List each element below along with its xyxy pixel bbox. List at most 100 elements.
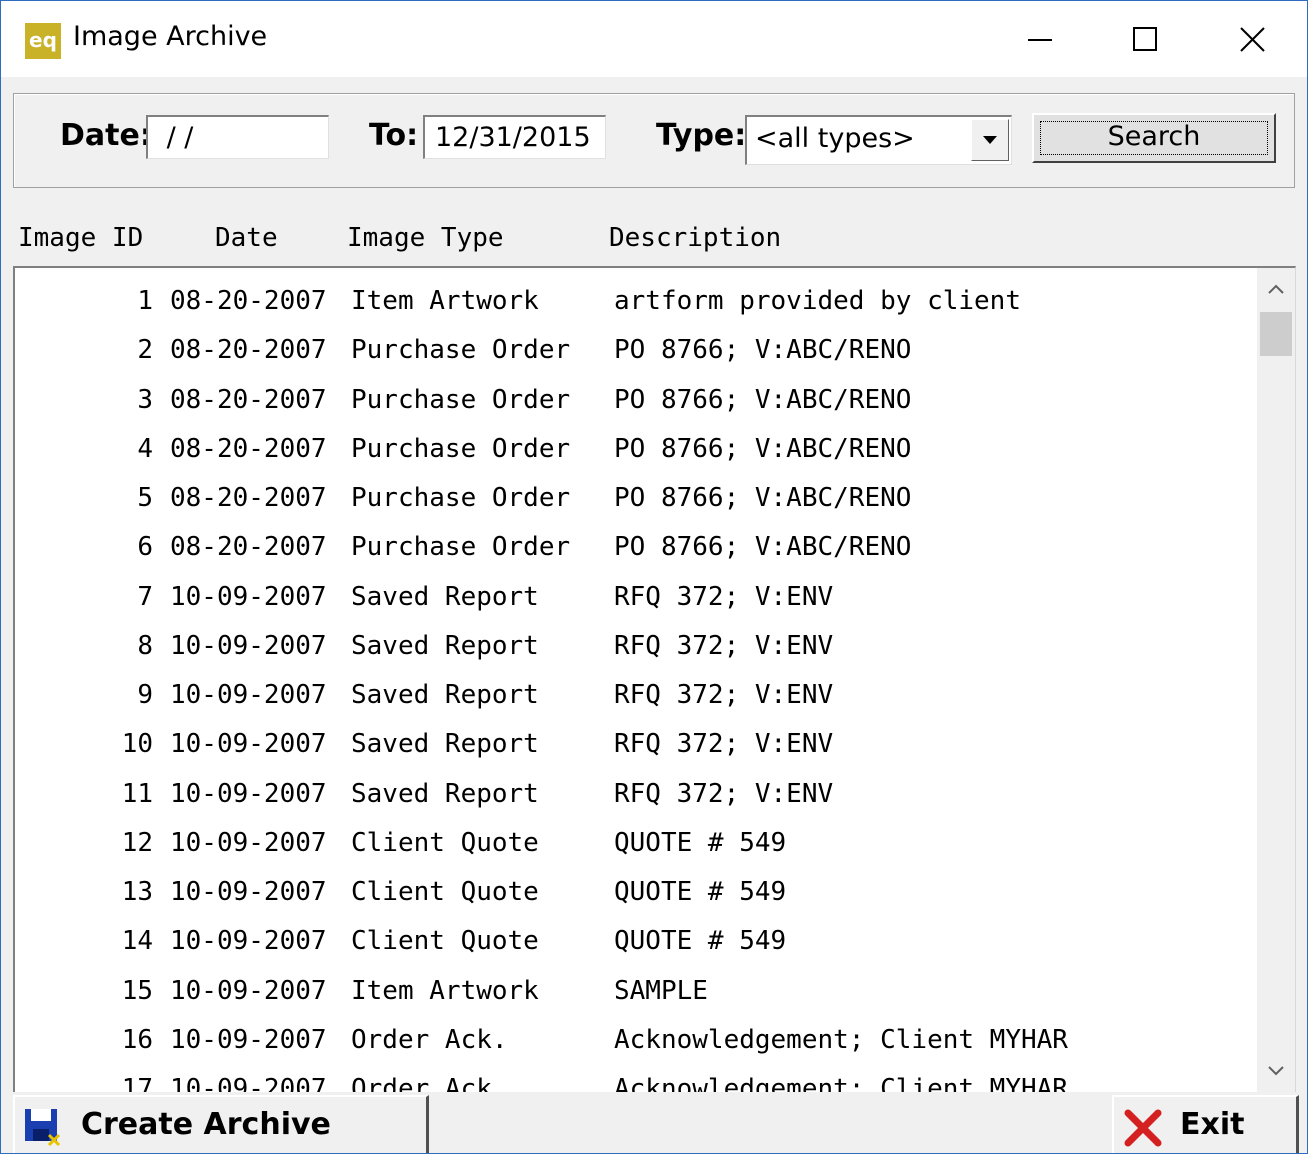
image-id-cell: 11: [121, 778, 153, 809]
list-item[interactable]: 5 08-20-2007 Purchase Order PO 8766; V:ABC/…: [15, 473, 1255, 522]
list-item[interactable]: 16 10-09-2007 Order Ack. Acknowledgement; C…: [15, 1015, 1255, 1064]
red-x-icon: [1124, 1109, 1162, 1147]
image-id-cell: 2: [137, 335, 153, 366]
image-id-cell: 17: [121, 1074, 153, 1092]
scroll-thumb[interactable]: [1260, 312, 1292, 356]
image-type-cell: Saved Report: [351, 581, 539, 612]
list-item[interactable]: 10 10-09-2007 Saved Report RFQ 372; V:ENV: [15, 719, 1255, 768]
type-select-value: <all types>: [755, 123, 915, 154]
list-item[interactable]: 1 08-20-2007 Item Artwork artform provided …: [15, 276, 1255, 325]
description-cell: PO 8766; V:ABC/RENO: [614, 384, 912, 415]
image-type-cell: Item Artwork: [351, 286, 539, 316]
image-id-cell: 5: [137, 483, 153, 513]
col-header-description[interactable]: Description: [609, 223, 781, 253]
minimize-button[interactable]: [988, 1, 1092, 77]
list-item[interactable]: 9 10-09-2007 Saved Report RFQ 372; V:ENV: [15, 670, 1255, 719]
chevron-up-icon: [1268, 284, 1284, 294]
list-item[interactable]: 13 10-09-2007 Client Quote QUOTE # 549: [15, 867, 1255, 916]
list-item[interactable]: 2 08-20-2007 Purchase Order PO 8766; V:ABC/…: [15, 325, 1255, 374]
description-cell: Acknowledgement; Client MYHAR: [614, 1024, 1068, 1055]
list-item[interactable]: 14 10-09-2007 Client Quote QUOTE # 549: [15, 916, 1255, 965]
image-id-cell: 14: [121, 926, 153, 957]
list-item[interactable]: 17 10-09-2007 Order Ack. Acknowledgement; C…: [15, 1064, 1255, 1092]
list-item[interactable]: 11 10-09-2007 Saved Report RFQ 372; V:ENV: [15, 769, 1255, 818]
maximize-button[interactable]: [1092, 1, 1196, 77]
date-cell: 10-09-2007: [170, 581, 327, 612]
date-from-input[interactable]: [146, 115, 329, 159]
image-type-cell: Order Ack.: [351, 1074, 508, 1092]
list-item[interactable]: 3 08-20-2007 Purchase Order PO 8766; V:ABC/…: [15, 375, 1255, 424]
chevron-down-icon: [1268, 1066, 1284, 1076]
image-type-cell: Saved Report: [351, 680, 539, 710]
image-type-cell: Saved Report: [351, 729, 539, 760]
image-id-cell: 3: [137, 384, 153, 415]
image-id-cell: 12: [121, 827, 153, 858]
exit-label: Exit: [1180, 1107, 1245, 1142]
description-cell: PO 8766; V:ABC/RENO: [614, 335, 912, 366]
close-button[interactable]: [1199, 1, 1303, 77]
list-item[interactable]: 6 08-20-2007 Purchase Order PO 8766; V:ABC/…: [15, 522, 1255, 571]
description-cell: artform provided by client: [614, 286, 1021, 316]
description-cell: QUOTE # 549: [614, 827, 787, 858]
search-button[interactable]: Search: [1032, 113, 1276, 163]
image-id-cell: 16: [121, 1024, 153, 1055]
to-label: To:: [369, 118, 419, 153]
list-item[interactable]: 12 10-09-2007 Client Quote QUOTE # 549: [15, 818, 1255, 867]
description-cell: PO 8766; V:ABC/RENO: [614, 483, 912, 513]
app-icon: eq: [25, 23, 61, 59]
date-cell: 10-09-2007: [170, 778, 327, 809]
list-item[interactable]: 7 10-09-2007 Saved Report RFQ 372; V:ENV: [15, 572, 1255, 621]
list-item[interactable]: 8 10-09-2007 Saved Report RFQ 372; V:ENV: [15, 621, 1255, 670]
maximize-icon: [1133, 27, 1157, 51]
list-item[interactable]: 4 08-20-2007 Purchase Order PO 8766; V:ABC/…: [15, 424, 1255, 473]
search-button-label: Search: [1107, 121, 1201, 152]
window-title: Image Archive: [73, 21, 268, 52]
col-header-image-type[interactable]: Image Type: [347, 223, 504, 253]
description-cell: RFQ 372; V:ENV: [614, 729, 834, 760]
type-dropdown-button[interactable]: [971, 119, 1009, 161]
minimize-icon: [1028, 39, 1052, 41]
image-type-cell: Purchase Order: [351, 384, 571, 415]
description-cell: SAMPLE: [614, 975, 708, 1006]
vertical-scrollbar[interactable]: [1257, 268, 1295, 1092]
image-id-cell: 15: [121, 975, 153, 1006]
date-cell: 08-20-2007: [170, 286, 327, 316]
image-id-cell: 4: [137, 433, 153, 464]
image-type-cell: Purchase Order: [351, 532, 571, 563]
image-archive-window: eq Image Archive Date: To: Type: <all ty…: [0, 0, 1308, 1154]
date-cell: 10-09-2007: [170, 827, 327, 858]
date-cell: 10-09-2007: [170, 729, 327, 760]
description-cell: QUOTE # 549: [614, 877, 787, 907]
image-type-cell: Item Artwork: [351, 975, 539, 1006]
type-label: Type:: [656, 118, 747, 153]
image-type-cell: Purchase Order: [351, 433, 571, 464]
col-header-image-id[interactable]: Image ID: [18, 223, 143, 253]
date-cell: 10-09-2007: [170, 877, 327, 907]
date-cell: 10-09-2007: [170, 1024, 327, 1055]
title-bar[interactable]: eq Image Archive: [1, 1, 1307, 77]
type-select[interactable]: <all types>: [745, 115, 1012, 165]
create-archive-button[interactable]: Create Archive: [13, 1095, 429, 1153]
description-cell: RFQ 372; V:ENV: [614, 680, 834, 710]
exit-button[interactable]: Exit: [1112, 1095, 1299, 1153]
description-cell: PO 8766; V:ABC/RENO: [614, 532, 912, 563]
image-list[interactable]: 1 08-20-2007 Item Artwork artform provided …: [13, 266, 1296, 1092]
date-cell: 08-20-2007: [170, 384, 327, 415]
image-type-cell: Saved Report: [351, 630, 539, 661]
image-type-cell: Client Quote: [351, 926, 539, 957]
description-cell: PO 8766; V:ABC/RENO: [614, 433, 912, 464]
date-cell: 10-09-2007: [170, 1074, 327, 1092]
create-archive-label: Create Archive: [81, 1107, 331, 1142]
image-type-cell: Purchase Order: [351, 335, 571, 366]
list-item[interactable]: 15 10-09-2007 Item Artwork SAMPLE: [15, 966, 1255, 1015]
col-header-date[interactable]: Date: [215, 223, 278, 253]
date-cell: 10-09-2007: [170, 975, 327, 1006]
date-to-input[interactable]: [423, 115, 606, 159]
scroll-down-button[interactable]: [1257, 1052, 1295, 1092]
image-type-cell: Client Quote: [351, 877, 539, 907]
description-cell: Acknowledgement; Client MYHAR: [614, 1074, 1068, 1092]
description-cell: QUOTE # 549: [614, 926, 787, 957]
description-cell: RFQ 372; V:ENV: [614, 778, 834, 809]
scroll-up-button[interactable]: [1257, 268, 1295, 308]
date-cell: 08-20-2007: [170, 335, 327, 366]
